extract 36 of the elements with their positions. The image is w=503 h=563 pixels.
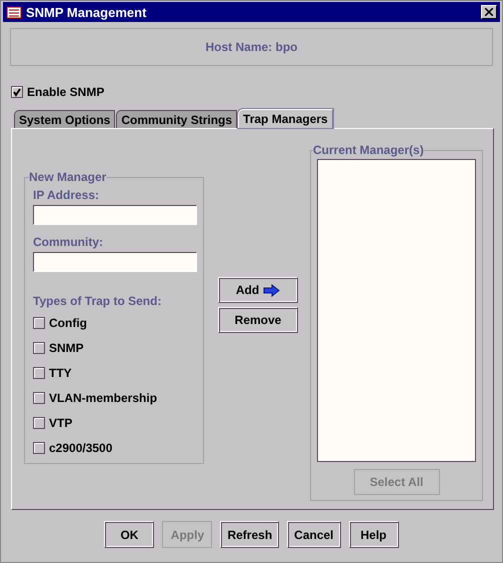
trap-label: c2900/3500 [49,440,112,454]
trap-label: Config [49,316,87,330]
host-name-label: Host Name: bpo [205,40,298,54]
window-title: SNMP Management [26,4,148,20]
community-label: Community: [33,235,104,249]
group-title: New Manager [29,170,106,184]
dialog-button[interactable]: OK [104,521,154,548]
add-button[interactable]: Add [218,277,298,303]
dialog-button[interactable]: Refresh [220,521,280,548]
close-button[interactable] [481,5,497,19]
trap-types-label: Types of Trap to Send: [33,294,162,308]
enable-checkbox[interactable] [11,86,23,98]
remove-button[interactable]: Remove [218,307,298,333]
trap-checkbox[interactable] [33,442,45,454]
trap-label: TTY [49,366,72,380]
close-icon [485,8,493,16]
trap-checkbox[interactable] [33,416,45,428]
group-title: Current Manager(s) [313,143,424,157]
ip-address-field[interactable] [33,205,197,225]
community-field[interactable] [33,252,197,272]
trap-checkbox[interactable] [33,316,45,328]
trap-checkbox[interactable] [33,366,45,378]
enable-label: Enable SNMP [27,85,104,99]
app-icon [6,4,22,20]
trap-checkbox[interactable] [33,392,45,404]
trap-label: VTP [49,416,72,430]
arrow-icon [263,284,280,296]
dialog-button[interactable]: Cancel [287,521,341,548]
ip-address-label: IP Address: [33,188,100,202]
tab[interactable]: Trap Managers [238,109,333,128]
tab[interactable]: Community Strings [116,110,238,128]
trap-label: VLAN-membership [49,390,158,404]
dialog-button[interactable]: Help [348,521,399,548]
tab[interactable]: System Options [14,110,116,128]
trap-checkbox[interactable] [33,342,45,354]
trap-label: SNMP [49,340,84,354]
